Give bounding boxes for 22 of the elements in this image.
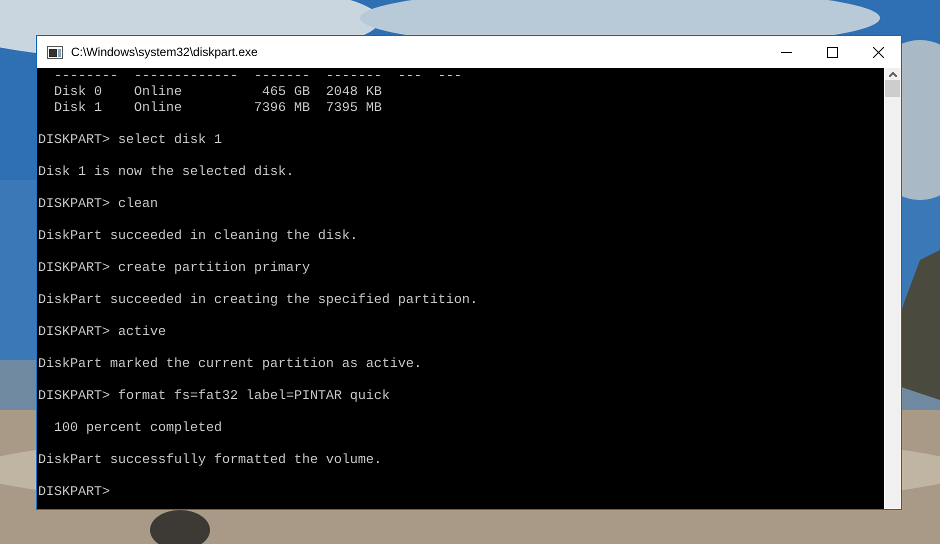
output-line: DiskPart marked the current partition as active. (38, 357, 422, 372)
command-line: DISKPART> active (38, 325, 166, 340)
window-title: C:\Windows\system32\diskpart.exe (71, 45, 259, 59)
maximize-icon (826, 46, 838, 58)
output-line: DiskPart successfully formatted the volume. (38, 453, 382, 468)
output-line: DiskPart succeeded in cleaning the disk. (38, 229, 358, 244)
command-line: DISKPART> create partition primary (38, 261, 310, 276)
console-app-icon (47, 46, 63, 58)
table-row-text: Disk 0 Online 465 GB 2048 KB (52, 85, 382, 100)
close-icon (872, 46, 884, 58)
command-line: DISKPART> format fs=fat32 label=PINTAR quick (38, 389, 390, 404)
output-line: 100 percent completed (52, 421, 222, 436)
command-line: DISKPART> clean (38, 197, 158, 212)
table-row-text: Disk 1 Online 7396 MB 7395 MB (52, 101, 382, 116)
scrollbar[interactable] (884, 68, 901, 509)
command-line: DISKPART> (38, 485, 110, 500)
output-line: DiskPart succeeded in creating the specified partition. (38, 293, 478, 308)
scroll-thumb[interactable] (885, 80, 900, 97)
table-row-text: -------- ------------- ------- ------- --- --- (52, 69, 462, 84)
scroll-up-icon[interactable] (888, 72, 896, 77)
output-line: Disk 1 is now the selected disk. (38, 165, 294, 180)
command-line: DISKPART> select disk 1 (38, 133, 222, 148)
